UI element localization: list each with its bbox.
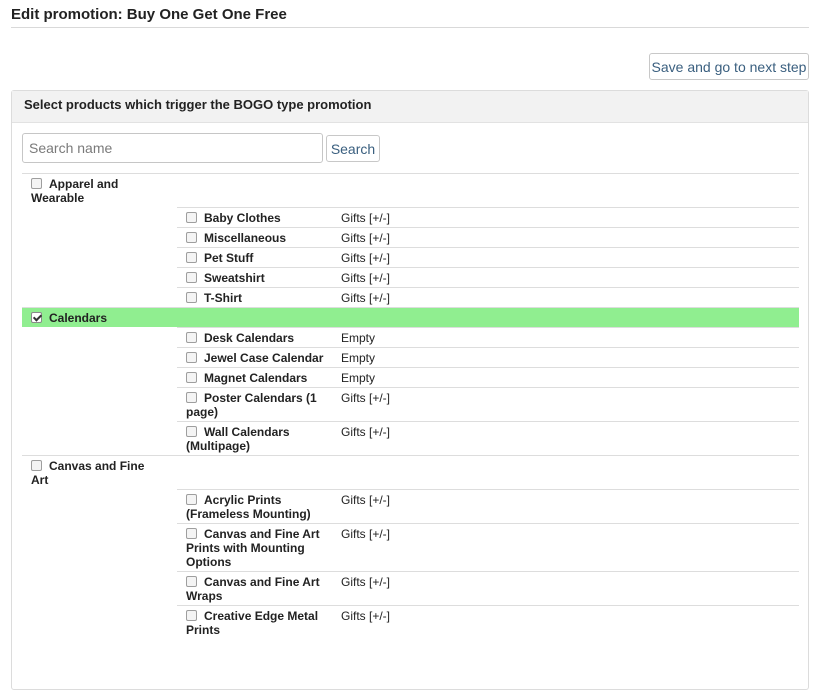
subcategory-name: Desk Calendars [204,331,295,345]
subcategory-label: T-Shirt [177,288,326,307]
subcategory-gifts-status[interactable]: Gifts [+/-] [341,271,390,285]
subcategory-name: Miscellaneous [204,231,287,245]
subcategory-row[interactable]: Jewel Case Calendar Empty [177,347,799,367]
subcategory-checkbox[interactable] [186,212,197,223]
subcategory-label: Jewel Case Calendar [177,348,326,367]
subcategory-name: Sweatshirt [204,271,265,285]
subcategory-label: Creative Edge Metal Prints [177,606,326,639]
panel-header: Select products which trigger the BOGO t… [12,91,808,123]
subcategory-gifts-status[interactable]: Empty [341,351,375,365]
subcategory-label: Miscellaneous [177,228,326,247]
subcategory-gifts-status[interactable]: Gifts [+/-] [341,527,390,541]
category-name: Apparel and Wearable [31,177,119,205]
subcategory-name: Poster Calendars (1 page) [186,391,317,419]
subcategory-label: Baby Clothes [177,208,326,227]
subcategory-gifts-status[interactable]: Gifts [+/-] [341,291,390,305]
subcategory-checkbox[interactable] [186,292,197,303]
category-checkbox[interactable] [31,178,42,189]
subcategory-label: Desk Calendars [177,328,326,347]
subcategory-name: Baby Clothes [204,211,281,225]
subcategory-gifts-status[interactable]: Gifts [+/-] [341,425,390,439]
subcategory-checkbox[interactable] [186,426,197,437]
search-name-input[interactable] [22,133,323,163]
subcategory-checkbox[interactable] [186,494,197,505]
category-tree: Apparel and Wearable Baby Clothes Gifts [+… [22,173,799,639]
subcategory-label: Acrylic Prints (Frameless Mounting) [177,490,326,523]
subcategory-checkbox[interactable] [186,610,197,621]
category-name: Calendars [49,311,108,325]
subcategory-row[interactable]: Acrylic Prints (Frameless Mounting) Gifts… [177,489,799,523]
subcategory-checkbox[interactable] [186,232,197,243]
subcategory-checkbox[interactable] [186,576,197,587]
subcategory-row[interactable]: Creative Edge Metal Prints Gifts [+/-] [177,605,799,639]
page-title: Edit promotion: Buy One Get One Free [11,6,287,23]
subcategory-name: Wall Calendars (Multipage) [186,425,290,453]
subcategory-name: Canvas and Fine Art Prints with Mounting… [186,527,320,569]
subcategory-name: Pet Stuff [204,251,254,265]
subcategory-name: Creative Edge Metal Prints [186,609,319,637]
category-row[interactable]: Calendars [22,307,799,327]
category-label: Calendars [22,308,146,327]
subcategory-row[interactable]: Sweatshirt Gifts [+/-] [177,267,799,287]
subcategory-gifts-status[interactable]: Gifts [+/-] [341,231,390,245]
category-row[interactable]: Canvas and Fine Art [22,455,799,489]
subcategory-label: Pet Stuff [177,248,326,267]
subcategory-row[interactable]: Wall Calendars (Multipage) Gifts [+/-] [177,421,799,455]
subcategory-gifts-status[interactable]: Gifts [+/-] [341,391,390,405]
subcategory-label: Canvas and Fine Art Wraps [177,572,326,605]
subcategory-name: Canvas and Fine Art Wraps [186,575,320,603]
subcategory-checkbox[interactable] [186,372,197,383]
subcategory-row[interactable]: Miscellaneous Gifts [+/-] [177,227,799,247]
subcategory-gifts-status[interactable]: Gifts [+/-] [341,211,390,225]
subcategory-row[interactable]: T-Shirt Gifts [+/-] [177,287,799,307]
subcategory-row[interactable]: Desk Calendars Empty [177,327,799,347]
category-checkbox[interactable] [31,312,42,323]
subcategory-gifts-status[interactable]: Empty [341,371,375,385]
subcategory-label: Canvas and Fine Art Prints with Mounting… [177,524,326,571]
subcategory-gifts-status[interactable]: Gifts [+/-] [341,575,390,589]
subcategory-gifts-status[interactable]: Gifts [+/-] [341,251,390,265]
subcategory-checkbox[interactable] [186,352,197,363]
subcategory-checkbox[interactable] [186,392,197,403]
subcategory-name: Magnet Calendars [204,371,308,385]
category-name: Canvas and Fine Art [31,459,145,487]
search-button[interactable]: Search [326,135,380,162]
subcategory-checkbox[interactable] [186,252,197,263]
subcategory-checkbox[interactable] [186,332,197,343]
subcategory-label: Magnet Calendars [177,368,326,387]
subcategory-name: T-Shirt [204,291,242,305]
save-and-next-button[interactable]: Save and go to next step [649,53,809,80]
category-label: Apparel and Wearable [22,174,146,207]
title-divider [11,27,809,28]
product-selection-panel: Select products which trigger the BOGO t… [11,90,809,690]
subcategory-gifts-status[interactable]: Gifts [+/-] [341,493,390,507]
subcategory-label: Poster Calendars (1 page) [177,388,326,421]
subcategory-row[interactable]: Magnet Calendars Empty [177,367,799,387]
subcategory-row[interactable]: Poster Calendars (1 page) Gifts [+/-] [177,387,799,421]
category-checkbox[interactable] [31,460,42,471]
subcategory-gifts-status[interactable]: Gifts [+/-] [341,609,390,623]
subcategory-row[interactable]: Canvas and Fine Art Prints with Mounting… [177,523,799,571]
subcategory-label: Sweatshirt [177,268,326,287]
subcategory-name: Jewel Case Calendar [204,351,324,365]
category-row[interactable]: Apparel and Wearable [22,173,799,207]
subcategory-row[interactable]: Baby Clothes Gifts [+/-] [177,207,799,227]
subcategory-row[interactable]: Canvas and Fine Art Wraps Gifts [+/-] [177,571,799,605]
subcategory-gifts-status[interactable]: Empty [341,331,375,345]
subcategory-name: Acrylic Prints (Frameless Mounting) [186,493,311,521]
subcategory-label: Wall Calendars (Multipage) [177,422,326,455]
subcategory-checkbox[interactable] [186,528,197,539]
category-label: Canvas and Fine Art [22,456,146,489]
subcategory-row[interactable]: Pet Stuff Gifts [+/-] [177,247,799,267]
subcategory-checkbox[interactable] [186,272,197,283]
